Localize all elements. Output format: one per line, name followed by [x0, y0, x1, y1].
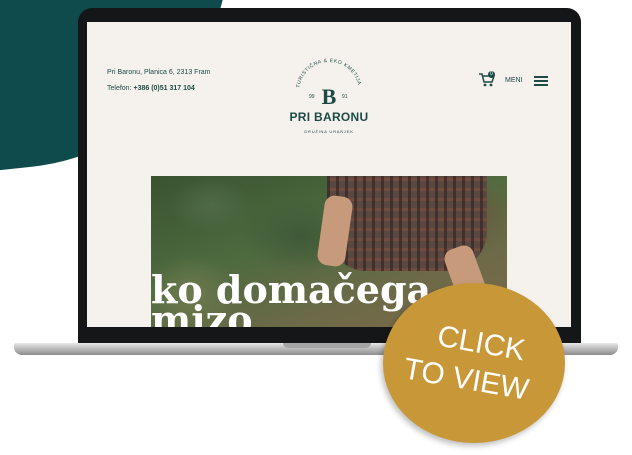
header-address: Pri Baronu, Planica 6, 2313 Fram: [107, 69, 211, 76]
laptop-screen: Pri Baronu, Planica 6, 2313 Fram Telefon…: [87, 22, 571, 327]
logo-name: PRI BARONU: [289, 110, 369, 124]
laptop-notch: [283, 343, 371, 348]
phone-label: Telefon:: [107, 85, 132, 92]
site-logo[interactable]: TURISTIČNA & EKO KMETIJA 99 B 91 PRI BAR…: [277, 50, 381, 140]
header-phone: Telefon: +386 (0)51 317 104: [107, 85, 195, 92]
click-to-view-button[interactable]: CLICK TO VIEW: [383, 283, 565, 443]
cart-count-badge: 0: [488, 71, 495, 78]
menu-label[interactable]: MENI: [505, 77, 523, 84]
phone-number-link[interactable]: +386 (0)51 317 104: [133, 85, 194, 92]
logo-number-right: 91: [342, 94, 348, 100]
hamburger-menu-icon[interactable]: [534, 76, 548, 86]
logo-subtitle: DRUŽINA URANJEK: [304, 129, 354, 134]
hero-headline-line2: mizo: [151, 297, 253, 328]
logo-letter: B: [321, 84, 337, 109]
